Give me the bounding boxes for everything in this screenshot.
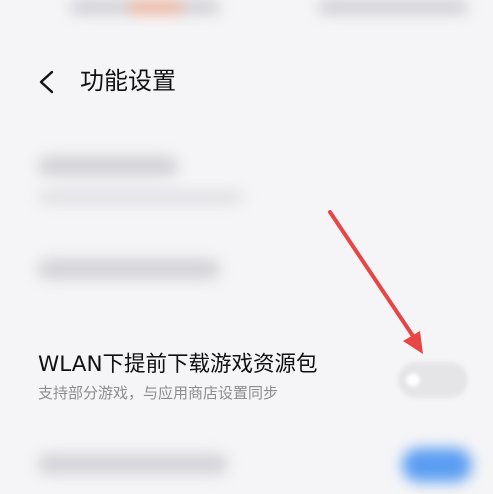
blurred-row-title: [38, 156, 178, 176]
setting-subtitle: 支持部分游戏，与应用商店设置同步: [38, 384, 279, 402]
blurred-toggle-on[interactable]: [402, 448, 472, 482]
status-bar: [0, 0, 493, 34]
page-header: 功能设置: [0, 56, 493, 108]
setting-row-wlan-preload[interactable]: WLAN下提前下载游戏资源包 支持部分游戏，与应用商店设置同步: [0, 350, 493, 410]
toggle-knob: [406, 373, 420, 387]
blurred-row-title: [38, 454, 228, 474]
chevron-left-icon: [39, 70, 54, 94]
setting-title: WLAN下提前下载游戏资源包: [38, 352, 318, 377]
blurred-setting-row-1[interactable]: [0, 150, 493, 220]
blurred-setting-row-2[interactable]: [0, 255, 493, 315]
page-title: 功能设置: [80, 67, 176, 95]
back-button[interactable]: [30, 62, 66, 102]
wlan-preload-toggle[interactable]: [398, 362, 468, 398]
status-bar-orange-indicator: [128, 0, 184, 14]
blurred-row-title: [38, 259, 220, 279]
blurred-row-subtitle: [38, 190, 243, 204]
status-bar-right-info: [318, 0, 468, 14]
